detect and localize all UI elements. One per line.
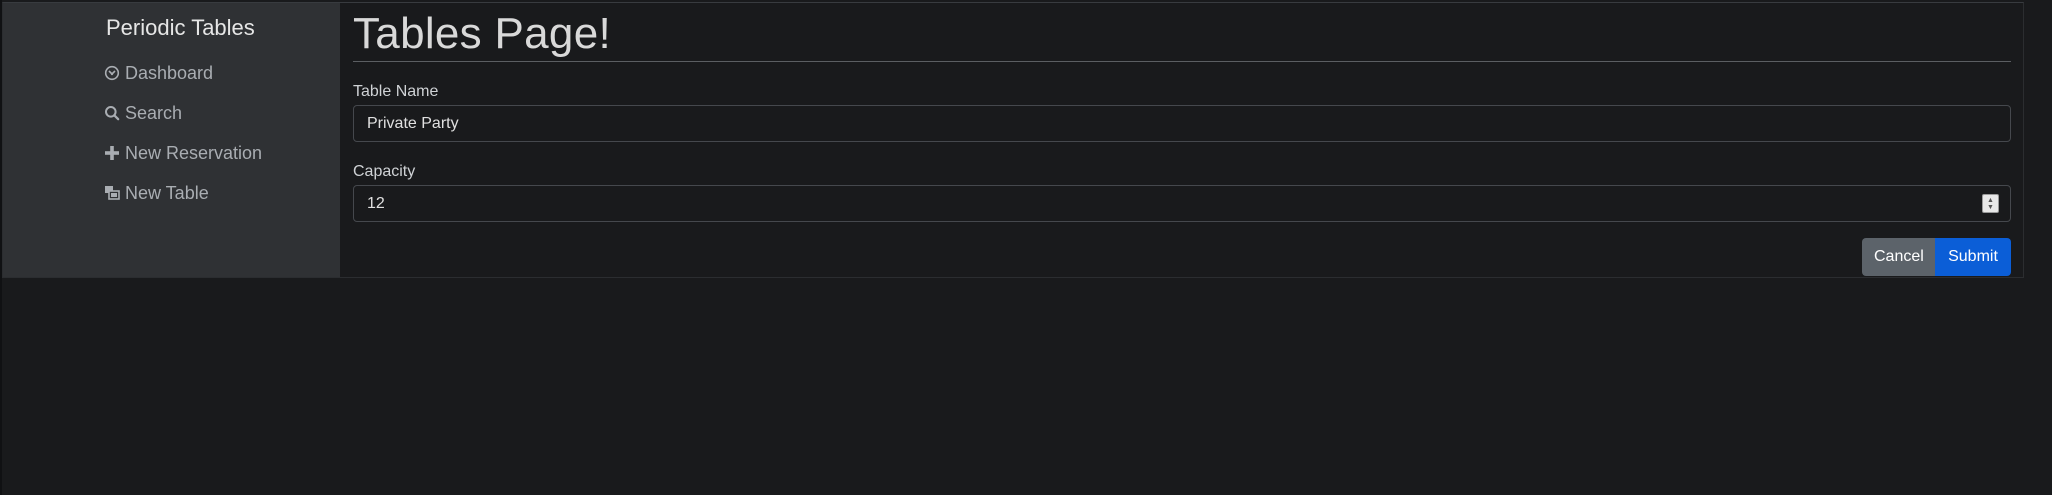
dashboard-icon (103, 64, 121, 82)
capacity-input[interactable] (353, 185, 2011, 222)
brand-title[interactable]: Periodic Tables (106, 13, 340, 43)
page-title: Tables Page! (353, 9, 611, 58)
title-divider (353, 61, 2011, 62)
search-icon (103, 104, 121, 122)
sidebar-item-new-reservation[interactable]: New Reservation (103, 133, 340, 173)
main-content: Tables Page! Table Name Capacity ▲ ▼ Can… (340, 3, 2023, 277)
form-actions: Cancel Submit (353, 238, 2011, 276)
capacity-group: Capacity ▲ ▼ (353, 162, 2013, 222)
sidebar-item-label: Dashboard (125, 62, 214, 83)
stepper-up-icon[interactable]: ▲ (1987, 197, 1994, 204)
sidebar-item-label: New Table (125, 182, 209, 203)
submit-button[interactable]: Submit (1935, 238, 2011, 276)
capacity-label: Capacity (353, 163, 416, 180)
sidebar-item-dashboard[interactable]: Dashboard (103, 53, 340, 93)
sidebar: Periodic Tables Dashboard Search New Res… (3, 3, 340, 277)
sidebar-item-search[interactable]: Search (103, 93, 340, 133)
table-name-group: Table Name (353, 82, 2013, 142)
sidebar-item-new-table[interactable]: New Table (103, 173, 340, 213)
plus-icon (103, 144, 121, 162)
table-name-input[interactable] (353, 105, 2011, 142)
sidebar-item-label: New Reservation (125, 142, 263, 163)
app-frame: Periodic Tables Dashboard Search New Res… (2, 2, 2024, 278)
sidebar-item-label: Search (125, 102, 183, 123)
capacity-field-wrapper: ▲ ▼ (353, 185, 2011, 222)
stepper-down-icon[interactable]: ▼ (1987, 204, 1994, 211)
table-name-label: Table Name (353, 83, 439, 100)
capacity-stepper[interactable]: ▲ ▼ (1982, 194, 1999, 213)
cancel-button[interactable]: Cancel (1862, 238, 1935, 276)
new-table-form: Table Name Capacity ▲ ▼ Cancel Submit (353, 82, 2013, 276)
table-icon (103, 184, 121, 202)
